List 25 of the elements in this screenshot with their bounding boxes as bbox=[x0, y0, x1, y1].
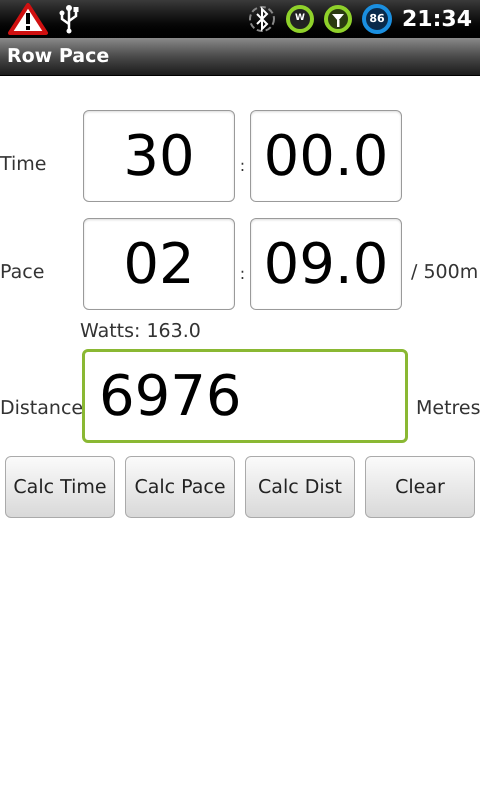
unit-label: / 500m bbox=[411, 260, 478, 285]
window-title: Row Pace bbox=[7, 44, 110, 70]
warning-icon bbox=[8, 3, 48, 35]
field-label: Distance bbox=[0, 396, 82, 421]
clock: 21:34 bbox=[402, 6, 472, 34]
field-label: Time bbox=[0, 152, 48, 177]
watts-reading: Watts: 163.0 bbox=[80, 319, 202, 343]
calc-button[interactable]: Calc Time bbox=[5, 456, 115, 518]
minutes-field[interactable]: 02 bbox=[83, 218, 235, 310]
usb-icon bbox=[58, 4, 80, 34]
seconds-field[interactable]: 09.0 bbox=[250, 218, 402, 310]
seconds-field[interactable]: 00.0 bbox=[250, 110, 402, 202]
battery-level: 86 bbox=[362, 4, 392, 34]
bluetooth-icon bbox=[248, 5, 276, 33]
distance-field[interactable]: 6976 bbox=[82, 349, 408, 443]
separator: : bbox=[238, 263, 246, 285]
unit-label: Metres bbox=[416, 396, 480, 421]
field-label: Pace bbox=[0, 260, 46, 285]
calc-button[interactable]: Clear bbox=[365, 456, 475, 518]
separator: : bbox=[238, 155, 246, 177]
calc-button[interactable]: Calc Dist bbox=[245, 456, 355, 518]
signal-icon bbox=[324, 5, 352, 33]
calc-button[interactable]: Calc Pace bbox=[125, 456, 235, 518]
minutes-field[interactable]: 30 bbox=[83, 110, 235, 202]
wifi-status-icon: W bbox=[286, 5, 314, 33]
